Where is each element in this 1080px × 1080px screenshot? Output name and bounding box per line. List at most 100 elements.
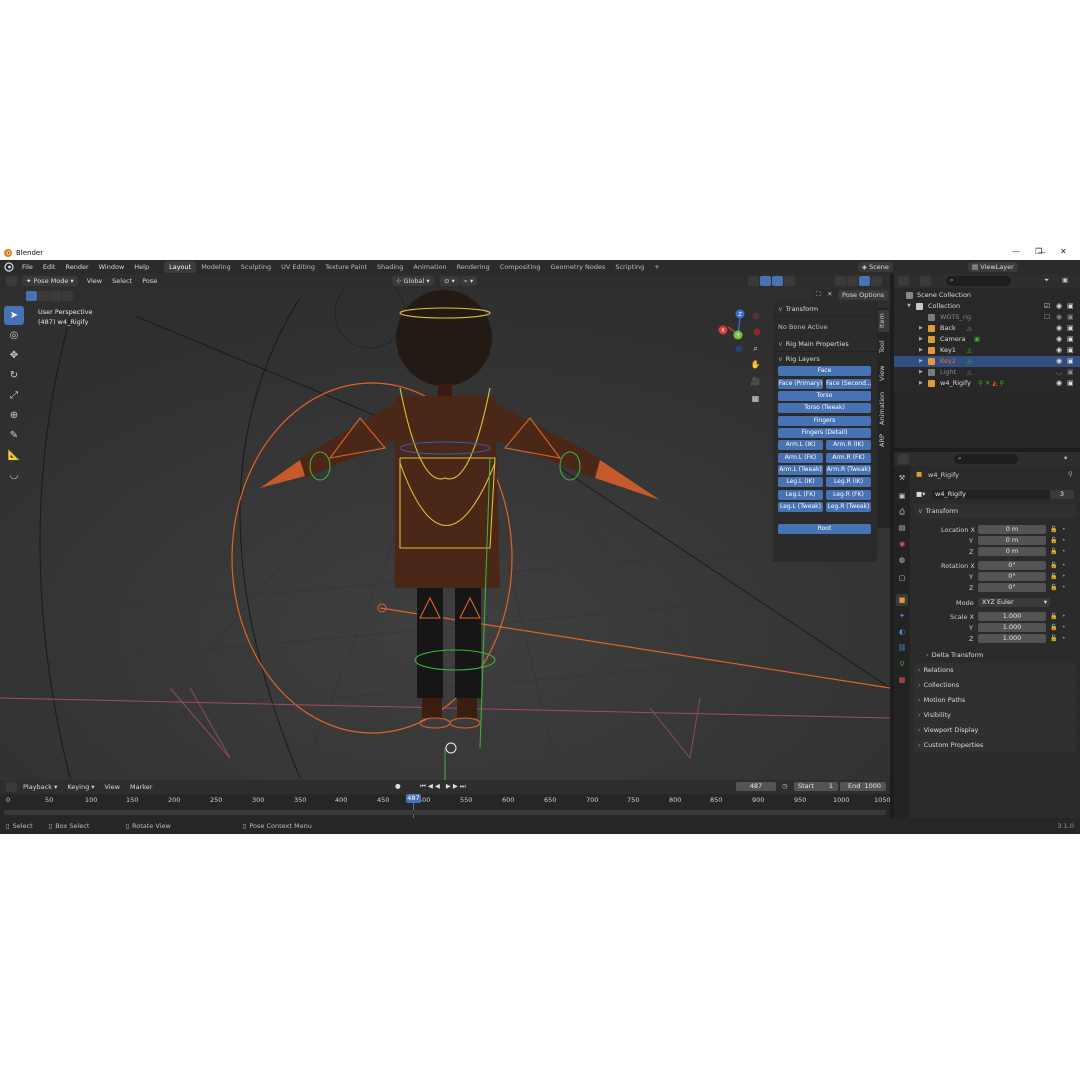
rig-layer-face-primary-button[interactable]: Face (Primary) (778, 379, 823, 389)
eye-icon[interactable]: ◉ (1056, 323, 1062, 334)
select-invert-icon[interactable] (62, 291, 73, 301)
chevron-right-icon[interactable]: ▶ (919, 356, 923, 367)
tab-animation[interactable]: Animation (408, 261, 451, 273)
outliner-row-collection[interactable]: ▼ Collection ☑ ◉ ▣ (894, 301, 1080, 312)
delta-transform-header[interactable]: › Delta Transform (922, 648, 1076, 662)
menu-pose[interactable]: Pose (137, 277, 162, 285)
viewport-display-header[interactable]: › Viewport Display (914, 723, 1076, 737)
lock-icon[interactable]: 🔓 (1050, 548, 1057, 555)
rig-layer-arm-l-fk-button[interactable]: Arm.L (FK) (778, 453, 823, 463)
timeline-ruler[interactable]: 0 50 100 150 200 250 300 350 400 450 500… (0, 794, 891, 818)
chevron-right-icon[interactable]: ▶ (919, 345, 923, 356)
rig-layer-leg-l-tweak-button[interactable]: Leg.L (Tweak) (778, 502, 823, 512)
armature-data-tab-icon[interactable]: ⚲ (896, 658, 908, 670)
outliner-editor-icon[interactable] (898, 276, 909, 286)
keyframe-dot-icon[interactable]: • (1062, 635, 1066, 642)
eye-closed-icon[interactable]: ◡ (1056, 367, 1062, 378)
tab-tool[interactable]: Tool (878, 336, 889, 358)
chevron-down-icon[interactable]: ▾ (1064, 454, 1067, 462)
rig-layer-arm-r-tweak-button[interactable]: Arm.R (Tweak) (826, 465, 871, 475)
rig-layer-arm-r-ik-button[interactable]: Arm.R (IK) (826, 440, 871, 450)
rig-layer-fingers-detail-button[interactable]: Fingers (Detail) (778, 428, 871, 438)
3d-viewport[interactable]: Z X Y ➤ ◎ ✥ ↻ ⤢ ⊕ ✎ 📐 ◡ User Perspective… (0, 288, 890, 780)
pin-icon[interactable]: ⚲ (1068, 470, 1073, 478)
rig-layer-leg-l-ik-button[interactable]: Leg.L (IK) (778, 477, 823, 487)
menu-view[interactable]: View (82, 277, 107, 285)
keyframe-dot-icon[interactable]: • (1062, 526, 1066, 533)
visibility-icon[interactable] (748, 276, 759, 286)
outliner-row-key1[interactable]: ▶ Key1 ◬ ◉ ▣ (894, 345, 1080, 356)
visibility-header[interactable]: › Visibility (914, 708, 1076, 722)
lock-icon[interactable]: 🔓 (1050, 584, 1057, 591)
rig-main-header[interactable]: ∨ Rig Main Properties (773, 337, 877, 352)
tab-shading[interactable]: Shading (372, 261, 408, 273)
rotation-x-field[interactable]: 0° (978, 561, 1046, 570)
overlay-toggle-icon[interactable] (772, 276, 783, 286)
lock-icon[interactable]: 🔓 (1050, 526, 1057, 533)
measure-tool-icon[interactable]: 📐 (4, 446, 24, 465)
outliner-scene-collection[interactable]: Scene Collection (894, 290, 1080, 301)
bone-roll-tool-icon[interactable]: ◡ (4, 466, 24, 485)
rig-layer-arm-l-ik-button[interactable]: Arm.L (IK) (778, 440, 823, 450)
rendered-shading-icon[interactable] (871, 276, 882, 286)
camera-icon[interactable]: ▣ (1067, 334, 1074, 345)
camera-icon[interactable]: ▣ (1067, 378, 1074, 389)
object-name-field[interactable]: w4_Rigify (932, 490, 1050, 499)
scale-z-field[interactable]: 1.000 (978, 634, 1046, 643)
maximize-button[interactable]: ❐ (1035, 247, 1042, 256)
collections-header[interactable]: › Collections (914, 678, 1076, 692)
menu-playback[interactable]: Playback ▾ (18, 783, 62, 791)
scene-selector[interactable]: ◈ Scene (858, 262, 893, 272)
eye-icon[interactable]: ◉ (1056, 334, 1062, 345)
collection-tab-icon[interactable]: ▢ (896, 572, 908, 584)
wireframe-shading-icon[interactable] (835, 276, 846, 286)
eye-icon[interactable]: ◉ (1056, 356, 1062, 367)
tab-arp[interactable]: ARP (878, 432, 889, 450)
modifier-tab-icon[interactable]: ✦ (896, 610, 908, 622)
tab-layout[interactable]: Layout (164, 261, 197, 273)
location-x-field[interactable]: 0 m (978, 525, 1046, 534)
keyframe-dot-icon[interactable]: • (1062, 584, 1066, 591)
lock-icon[interactable]: 🔓 (1050, 624, 1057, 631)
tab-view[interactable]: View (878, 362, 889, 384)
camera-icon[interactable]: ▣ (1067, 312, 1074, 323)
outliner-row-back[interactable]: ▶ Back ◬ ◉ ▣ (894, 323, 1080, 334)
menu-timeline-view[interactable]: View (100, 783, 125, 791)
outliner-row-key2[interactable]: ▶ Key2 ◬ ◉ ▣ (894, 356, 1080, 367)
mode-selector[interactable]: ✦ Pose Mode ▾ (22, 276, 78, 286)
keyframe-dot-icon[interactable]: • (1062, 562, 1066, 569)
camera-icon[interactable]: ▣ (1067, 356, 1074, 367)
menu-select[interactable]: Select (107, 277, 137, 285)
menu-keying[interactable]: Keying ▾ (62, 783, 99, 791)
menu-file[interactable]: File (17, 263, 38, 271)
tab-animation-panel[interactable]: Animation (878, 388, 889, 428)
move-tool-icon[interactable]: ✥ (4, 346, 24, 365)
snap-icon[interactable]: ⌁ ▾ (460, 276, 478, 286)
keyframe-dot-icon[interactable]: • (1062, 573, 1066, 580)
outliner-row-light[interactable]: ▶ Light ◬ ◡ ▣ (894, 367, 1080, 378)
keyframe-dot-icon[interactable]: • (1062, 548, 1066, 555)
menu-window[interactable]: Window (94, 263, 130, 271)
minimize-glyph[interactable]: — (1012, 247, 1020, 256)
transform-tool-icon[interactable]: ⊕ (4, 406, 24, 425)
texture-tab-icon[interactable]: ▦ (896, 674, 908, 686)
scale-y-field[interactable]: 1.000 (978, 623, 1046, 632)
world-tab-icon[interactable]: ◍ (896, 554, 908, 566)
record-icon[interactable]: ● (395, 782, 401, 790)
outliner-search-input[interactable]: ⌕ (946, 276, 1011, 286)
motion-paths-header[interactable]: › Motion Paths (914, 693, 1076, 707)
playhead[interactable]: 487 (406, 794, 421, 803)
playback-controls-icon[interactable]: ⏮◀◀ ▶▶⏭ (420, 782, 468, 791)
tab-rendering[interactable]: Rendering (452, 261, 495, 273)
transform-orientation-dropdown[interactable]: ⊹ Global ▾ (392, 276, 434, 286)
lock-icon[interactable]: 🔓 (1050, 537, 1057, 544)
transform-section-header[interactable]: ∨ Transform (914, 504, 1076, 518)
tab-item[interactable]: Item (878, 310, 889, 332)
editor-type-icon[interactable] (6, 276, 17, 286)
location-z-field[interactable]: 0 m (978, 547, 1046, 556)
eye-icon[interactable]: ◉ (1056, 378, 1062, 389)
select-tool-icon[interactable]: ➤ (4, 306, 24, 325)
display-mode-icon[interactable] (920, 276, 931, 286)
add-workspace-button[interactable]: + (649, 261, 664, 273)
rig-layer-face-button[interactable]: Face (778, 366, 871, 376)
